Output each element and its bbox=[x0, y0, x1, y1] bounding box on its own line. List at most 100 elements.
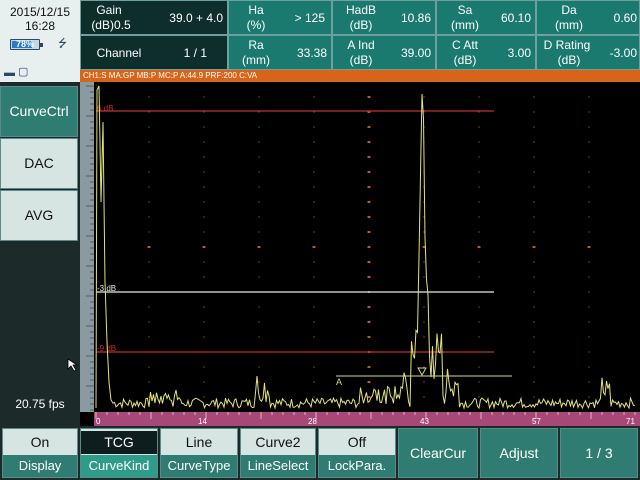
grid-dot bbox=[258, 336, 260, 338]
da-unit: (mm) bbox=[555, 18, 583, 32]
ascan-background bbox=[80, 82, 640, 426]
grid-dot bbox=[258, 96, 260, 98]
grid-dot bbox=[203, 276, 205, 278]
x-tick-label: 71 bbox=[626, 417, 635, 426]
grid-dot bbox=[148, 321, 150, 323]
grid-dot bbox=[148, 141, 150, 143]
x-tick-label: 14 bbox=[198, 417, 207, 426]
page-indicator: 1 / 3 bbox=[585, 445, 613, 461]
grid-dot bbox=[533, 336, 535, 338]
status-bar: CH1:S MA:GP MB:P MC:P A:44.9 PRF:200 C:V… bbox=[80, 70, 640, 82]
curvectrl-button[interactable]: CurveCtrl bbox=[0, 86, 78, 137]
grid-dot bbox=[313, 276, 315, 278]
grid-dot bbox=[148, 216, 150, 218]
curvekind-button[interactable]: TCG CurveKind bbox=[80, 428, 158, 478]
grid-dot bbox=[148, 96, 150, 98]
grid-dot bbox=[313, 381, 315, 383]
grid-dot bbox=[258, 156, 260, 158]
ascan-display[interactable]: 6 dB -3 dB -9 dB A 14 28 43 57 71 0 bbox=[80, 82, 640, 426]
avg-button[interactable]: AVG bbox=[0, 190, 78, 241]
curvekind-value: TCG bbox=[81, 431, 157, 454]
hadb-unit: (dB) bbox=[349, 18, 373, 32]
grid-dot bbox=[203, 381, 205, 383]
lineselect-label: LineSelect bbox=[241, 455, 315, 477]
grid-dot bbox=[533, 351, 535, 353]
grid-dot bbox=[478, 96, 480, 98]
gain-cell[interactable]: Gain (dB)0.5 39.0 + 4.0 bbox=[80, 0, 228, 35]
grid-dot bbox=[313, 171, 315, 173]
time-text: 16:28 bbox=[24, 19, 56, 33]
grid-dot bbox=[313, 156, 315, 158]
catt-unit: (dB) bbox=[453, 53, 477, 67]
grid-dot bbox=[423, 231, 425, 233]
ha-value: > 125 bbox=[294, 11, 325, 25]
display-value: On bbox=[30, 434, 50, 450]
grid-dot bbox=[313, 186, 315, 188]
grid-dot bbox=[313, 216, 315, 218]
grid-dot bbox=[478, 306, 480, 308]
grid-dot bbox=[533, 396, 535, 398]
grid-dot bbox=[423, 321, 425, 323]
lineselect-button[interactable]: Curve2 LineSelect bbox=[240, 428, 316, 478]
ra-value: 33.38 bbox=[296, 46, 327, 60]
grid-dot bbox=[588, 111, 590, 113]
gain-unit: (dB)0.5 bbox=[91, 18, 131, 32]
grid-dot bbox=[313, 396, 315, 398]
display-button[interactable]: On Display bbox=[2, 428, 78, 478]
grid-dot bbox=[203, 186, 205, 188]
grid-dot bbox=[588, 261, 590, 263]
grid-dot bbox=[313, 96, 315, 98]
grid-dot bbox=[258, 231, 260, 233]
dac-button[interactable]: DAC bbox=[0, 138, 78, 189]
grid-dot bbox=[258, 171, 260, 173]
amplitude-ruler bbox=[80, 82, 94, 412]
grid-dot bbox=[258, 381, 260, 383]
grid-dot bbox=[203, 96, 205, 98]
lockpara-label: LockPara. bbox=[319, 455, 395, 477]
grid-dot bbox=[588, 276, 590, 278]
x-tick-label: 28 bbox=[308, 417, 317, 426]
grid-dot bbox=[148, 306, 150, 308]
curvetype-button[interactable]: Line CurveType bbox=[160, 428, 238, 478]
grid-dot bbox=[258, 321, 260, 323]
lockpara-button[interactable]: Off LockPara. bbox=[318, 428, 396, 478]
grid-dot bbox=[588, 396, 590, 398]
aind-value: 39.00 bbox=[400, 46, 431, 60]
grid-dot bbox=[203, 126, 205, 128]
gain-label: Gain bbox=[96, 3, 122, 17]
adjust-button[interactable]: Adjust bbox=[480, 428, 558, 478]
grid-dot bbox=[148, 261, 150, 263]
grid-dot bbox=[533, 381, 535, 383]
grid-dot bbox=[313, 231, 315, 233]
grid-dot bbox=[423, 366, 425, 368]
grid-dot bbox=[423, 306, 425, 308]
channel-cell[interactable]: Channel 1 / 1 bbox=[80, 35, 228, 70]
grid-dot bbox=[203, 216, 205, 218]
catt-cell: C Att (dB) 3.00 bbox=[436, 35, 536, 70]
clearcur-button[interactable]: ClearCur bbox=[398, 428, 478, 478]
grid-dot bbox=[203, 396, 205, 398]
catt-value: 3.00 bbox=[507, 46, 531, 60]
grid-dot bbox=[588, 126, 590, 128]
curvetype-value: Line bbox=[185, 434, 213, 450]
grid-dot bbox=[423, 276, 425, 278]
grid-dot bbox=[588, 171, 590, 173]
grid-dot bbox=[258, 126, 260, 128]
da-cell: Da (mm) 0.60 bbox=[536, 0, 640, 35]
grid-dot bbox=[533, 186, 535, 188]
sa-cell: Sa (mm) 60.10 bbox=[436, 0, 536, 35]
hadb-value: 10.86 bbox=[400, 11, 431, 25]
channel-label: Channel bbox=[96, 46, 142, 60]
gain-value: 39.0 + 4.0 bbox=[169, 11, 223, 25]
page-indicator-button[interactable]: 1 / 3 bbox=[560, 428, 638, 478]
grid-dot bbox=[478, 321, 480, 323]
grid-dot bbox=[588, 351, 590, 353]
curvetype-label: CurveType bbox=[161, 455, 237, 477]
grid-dot bbox=[258, 276, 260, 278]
curve-label-minus9db: -9 dB bbox=[97, 344, 116, 353]
display-label: Display bbox=[3, 455, 77, 477]
grid-dot bbox=[588, 306, 590, 308]
gate-a-label: A bbox=[336, 377, 342, 387]
lockpara-value: Off bbox=[347, 434, 367, 450]
grid-dot bbox=[533, 111, 535, 113]
